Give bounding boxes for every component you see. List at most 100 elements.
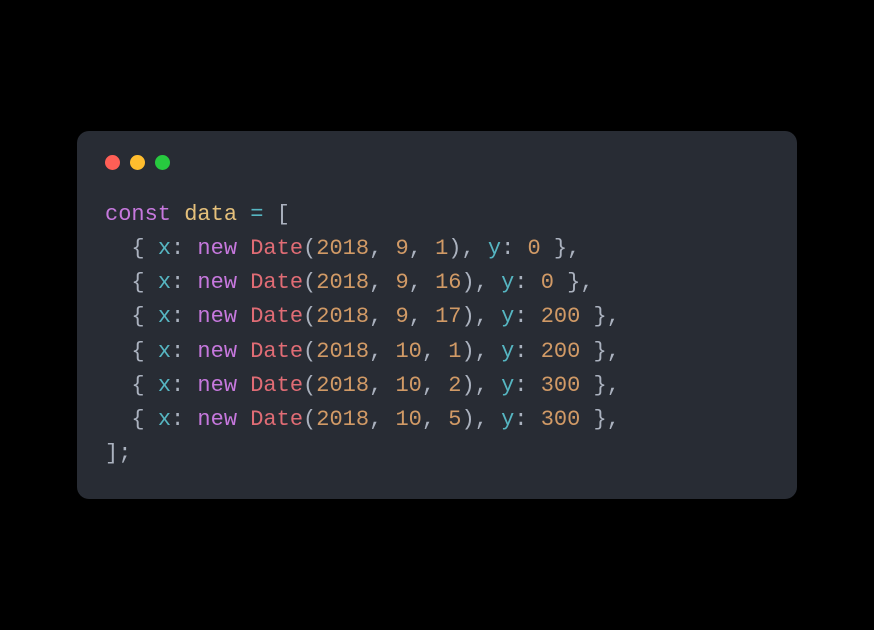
number-arg: 2018 [316, 304, 369, 329]
brace-open: { [131, 373, 144, 398]
paren-open: ( [303, 407, 316, 432]
number-y: 300 [541, 373, 581, 398]
comma: , [369, 407, 395, 432]
comma-trailing: , [607, 339, 620, 364]
keyword-new: new [197, 407, 237, 432]
number-y: 0 [528, 236, 541, 261]
comma: , [422, 407, 448, 432]
brace-close: } [554, 236, 567, 261]
prop-x: x [158, 236, 171, 261]
paren-close: ) [461, 304, 474, 329]
colon: : [514, 304, 527, 329]
window-titlebar [105, 155, 769, 170]
class-date: Date [250, 270, 303, 295]
prop-x: x [158, 407, 171, 432]
number-arg: 2018 [316, 270, 369, 295]
comma: , [475, 373, 501, 398]
brace-close: } [594, 304, 607, 329]
paren-open: ( [303, 373, 316, 398]
code-line-entry: { x: new Date(2018, 10, 1), y: 200 }, [105, 339, 620, 364]
paren-open: ( [303, 236, 316, 261]
keyword-new: new [197, 270, 237, 295]
number-arg: 10 [395, 339, 421, 364]
number-arg: 5 [448, 407, 461, 432]
paren-close: ) [461, 270, 474, 295]
prop-x: x [158, 373, 171, 398]
comma: , [409, 236, 435, 261]
prop-y: y [501, 373, 514, 398]
comma: , [475, 270, 501, 295]
comma: , [369, 304, 395, 329]
paren-open: ( [303, 270, 316, 295]
brace-close: } [594, 407, 607, 432]
prop-y: y [488, 236, 501, 261]
comma: , [475, 304, 501, 329]
keyword-new: new [197, 339, 237, 364]
colon: : [514, 407, 527, 432]
paren-close: ) [461, 373, 474, 398]
number-arg: 16 [435, 270, 461, 295]
prop-y: y [501, 407, 514, 432]
brace-open: { [131, 270, 144, 295]
colon: : [171, 407, 184, 432]
paren-open: ( [303, 339, 316, 364]
class-date: Date [250, 407, 303, 432]
class-date: Date [250, 236, 303, 261]
comma: , [369, 373, 395, 398]
prop-x: x [158, 304, 171, 329]
keyword-new: new [197, 373, 237, 398]
comma-trailing: , [607, 407, 620, 432]
comma: , [369, 270, 395, 295]
colon: : [171, 270, 184, 295]
comma-trailing: , [580, 270, 593, 295]
code-line-entry: { x: new Date(2018, 9, 1), y: 0 }, [105, 236, 580, 261]
number-arg: 2018 [316, 373, 369, 398]
number-y: 300 [541, 407, 581, 432]
close-icon[interactable] [105, 155, 120, 170]
code-line-entry: { x: new Date(2018, 9, 17), y: 200 }, [105, 304, 620, 329]
brace-close: } [594, 373, 607, 398]
colon: : [171, 236, 184, 261]
colon: : [514, 270, 527, 295]
keyword-new: new [197, 304, 237, 329]
brace-open: { [131, 339, 144, 364]
comma: , [422, 373, 448, 398]
number-arg: 2018 [316, 339, 369, 364]
class-date: Date [250, 304, 303, 329]
code-window: const data = [ { x: new Date(2018, 9, 1)… [77, 131, 797, 499]
comma: , [475, 339, 501, 364]
colon: : [171, 339, 184, 364]
brace-open: { [131, 236, 144, 261]
number-arg: 2018 [316, 407, 369, 432]
identifier-data: data [184, 202, 237, 227]
number-y: 200 [541, 339, 581, 364]
number-arg: 1 [448, 339, 461, 364]
comma: , [461, 236, 487, 261]
number-arg: 9 [395, 236, 408, 261]
number-arg: 2 [448, 373, 461, 398]
number-arg: 1 [435, 236, 448, 261]
paren-close: ) [461, 339, 474, 364]
brace-open: { [131, 304, 144, 329]
prop-y: y [501, 304, 514, 329]
number-arg: 17 [435, 304, 461, 329]
comma: , [475, 407, 501, 432]
minimize-icon[interactable] [130, 155, 145, 170]
number-arg: 10 [395, 373, 421, 398]
prop-x: x [158, 270, 171, 295]
keyword-const: const [105, 202, 171, 227]
number-arg: 9 [395, 270, 408, 295]
zoom-icon[interactable] [155, 155, 170, 170]
comma: , [422, 339, 448, 364]
colon: : [501, 236, 514, 261]
brace-close: } [594, 339, 607, 364]
number-arg: 2018 [316, 236, 369, 261]
colon: : [171, 373, 184, 398]
comma: , [409, 304, 435, 329]
comma: , [409, 270, 435, 295]
colon: : [514, 373, 527, 398]
number-arg: 10 [395, 407, 421, 432]
bracket-open: [ [277, 202, 290, 227]
comma-trailing: , [607, 373, 620, 398]
paren-close: ) [461, 407, 474, 432]
